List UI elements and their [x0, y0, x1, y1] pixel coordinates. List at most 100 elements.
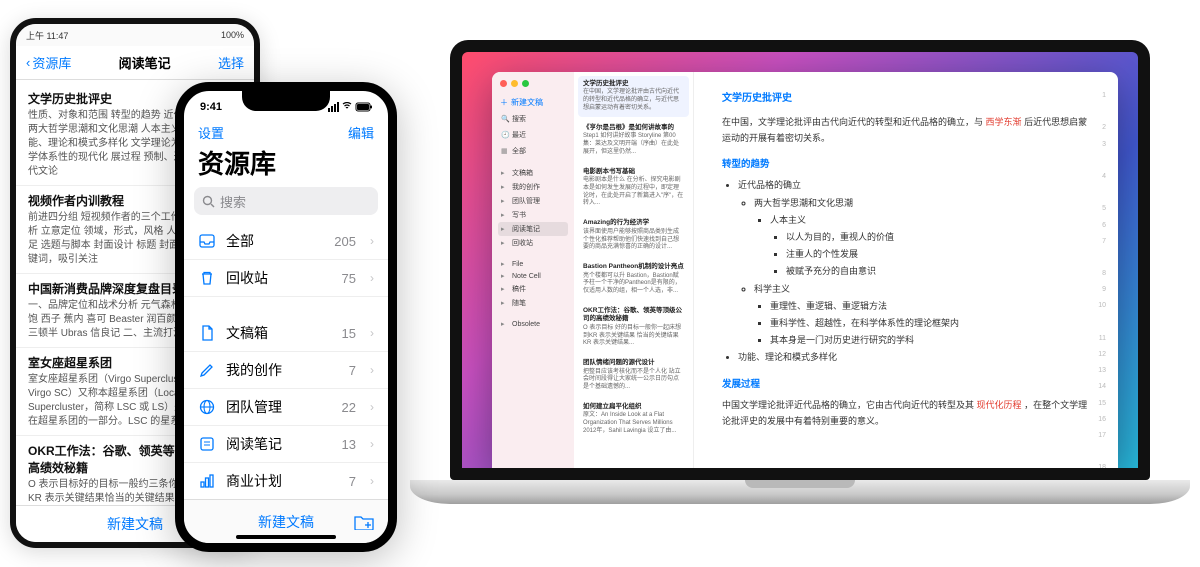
folder-row[interactable]: 全部205› [184, 223, 388, 260]
sidebar-item-label: 文稿箱 [512, 168, 533, 178]
iphone-nav: 设置 编辑 [184, 123, 388, 144]
home-indicator [236, 535, 336, 539]
text: 中国文学理论批评近代品格的确立，它由古代向近代的转型及其 [722, 400, 974, 410]
line-number: 14 [1098, 381, 1106, 397]
sidebar-item-label: File [512, 261, 523, 268]
chevron-left-icon: ‹ [26, 55, 30, 70]
sidebar-item[interactable]: ▸团队管理 [498, 194, 568, 208]
line-number: 13 [1098, 365, 1106, 381]
editor[interactable]: 123456789101112131415161718192021 文学历史批评… [694, 72, 1118, 468]
row-count: 205 [334, 234, 356, 249]
search-placeholder: 搜索 [220, 192, 246, 211]
line-number: 15 [1098, 398, 1106, 414]
page-title: 资源库 [184, 144, 388, 187]
editor-content[interactable]: 文学历史批评史 在中国，文学理论批评由古代向近代的转型和近代品格的确立，与 西学… [722, 90, 1090, 429]
row-count: 13 [342, 437, 356, 452]
sidebar-search[interactable]: 🔍 搜索 [498, 112, 568, 126]
sidebar-item[interactable]: ▸文稿箱 [498, 166, 568, 180]
line-number: 7 [1098, 236, 1106, 252]
sidebar-item-label: 全部 [512, 146, 526, 156]
line-number: 6 [1098, 220, 1106, 236]
sidebar-item[interactable]: ▸回收站 [498, 236, 568, 250]
obs-icon: ▸ [501, 320, 509, 328]
note-card[interactable]: 如何建立扁平化组织原文：An Inside Look at a Flat Org… [578, 399, 689, 440]
new-folder-icon[interactable] [354, 514, 374, 530]
note-card[interactable]: Bastion Pantheon机制的设计亮点亮个楼都可以升 Bastion，B… [578, 259, 689, 300]
card-title: 电影剧本书写基础 [583, 168, 684, 176]
folder-row[interactable]: 阅读笔记13› [184, 426, 388, 463]
row-label: 我的创作 [226, 360, 339, 380]
note-card[interactable]: Amazing的行为经济学该界面使用户能够按照商品类别生成个性化推荐帮助他们快速… [578, 215, 689, 256]
sidebar-item[interactable]: ▸随笔 [498, 296, 568, 310]
macbook-base [410, 480, 1190, 504]
line-number: 4 [1098, 171, 1106, 187]
sidebar-recent[interactable]: 🕘 最近 [498, 128, 568, 142]
sidebar-new-doc[interactable]: ＋ 新建文稿 [498, 95, 568, 110]
line-number: 3 [1098, 139, 1106, 155]
settings-button[interactable]: 设置 [198, 123, 224, 142]
sidebar-all[interactable]: ▦ 全部 [498, 144, 568, 158]
card-title: 《亨尔是吕根》是如何讲故事的 [583, 124, 684, 132]
line-number: 17 [1098, 430, 1106, 446]
status-battery: 100% [221, 30, 244, 40]
chevron-right-icon: › [370, 400, 374, 414]
editor-paragraph: 在中国，文学理论批评由古代向近代的转型和近代品格的确立，与 西学东渐 后近代思想… [722, 114, 1090, 146]
list-item: 重科学性、超越性，在科学体系性的理论框架内 [770, 315, 1090, 331]
sidebar-item-label: 最近 [512, 130, 526, 140]
folder-row[interactable]: 团队管理 22 › [184, 389, 388, 426]
traffic-lights[interactable] [498, 78, 568, 93]
pen-icon: ▸ [501, 299, 509, 307]
card-body: 亮个楼都可以升 Bastion，Bastion赋予柱一个干净的Pantheon是… [583, 273, 684, 296]
chevron-right-icon: › [370, 474, 374, 488]
mac-screen: ＋ 新建文稿 🔍 搜索 🕘 最近 ▦ 全部 ▸文稿箱▸我的创作▸团队管理▸写书▸… [450, 40, 1150, 480]
folder-row[interactable]: 文稿箱15› [184, 315, 388, 352]
line-number: 1 [1098, 90, 1106, 106]
note-card[interactable]: 《亨尔是吕根》是如何讲故事的Step1 如何讲好故事 Storyline 第00… [578, 120, 689, 161]
list-item: 注重人的个性发展 [786, 246, 1090, 262]
sidebar-item-label: 随笔 [512, 298, 526, 308]
sidebar-item[interactable]: ▸阅读笔记 [498, 222, 568, 236]
search-input[interactable]: 搜索 [194, 187, 378, 215]
folder-row[interactable]: 我的创作7› [184, 352, 388, 389]
row-label: 全部 [226, 231, 324, 251]
zoom-icon[interactable] [522, 80, 529, 87]
row-count: 75 [342, 271, 356, 286]
editor-h2: 发展过程 [722, 376, 1090, 393]
sidebar-main-group: ▸文稿箱▸我的创作▸团队管理▸写书▸阅读笔记▸回收站 [498, 166, 568, 250]
folder-row[interactable]: 商业计划7› [184, 463, 388, 500]
sidebar-item[interactable]: ▸Obsolete [498, 318, 568, 330]
chevron-right-icon: › [370, 326, 374, 340]
folder-row[interactable]: 回收站75› [184, 260, 388, 297]
row-count: 22 [342, 400, 356, 415]
select-button[interactable]: 选择 [218, 53, 244, 72]
card-title: 团队情绪问题的源代设计 [583, 359, 684, 367]
globe-icon: ▸ [501, 197, 509, 205]
row-label: 团队管理 [226, 397, 332, 417]
sidebar-item-label: 写书 [512, 210, 526, 220]
sidebar-item[interactable]: ▸Note Cell [498, 270, 568, 282]
row-label: 回收站 [226, 268, 332, 288]
note-card[interactable]: 文学历史批评史在中国，文学理论批评由古代向近代的转型和近代品格的确立，与近代思想… [578, 76, 689, 117]
close-icon[interactable] [500, 80, 507, 87]
chevron-right-icon: › [370, 363, 374, 377]
back-button[interactable]: ‹ 资源库 [26, 53, 71, 72]
link-text[interactable]: 现代化历程 [977, 400, 1022, 410]
edit-button[interactable]: 编辑 [348, 123, 374, 142]
note-card[interactable]: 电影剧本书写基础电影剧本是什么 在分析、探究电影剧本是如何发生发展的过程中，即定… [578, 164, 689, 213]
line-number [1098, 155, 1106, 171]
note-card[interactable]: 团队情绪问题的源代设计把整目应该考核化而不是个人化 站立会时间段得让大家统一公示… [578, 355, 689, 396]
notes-column: 文学历史批评史在中国，文学理论批评由古代向近代的转型和近代品格的确立，与近代思想… [574, 72, 694, 468]
sidebar-item[interactable]: ▸File [498, 258, 568, 270]
sidebar-item[interactable]: ▸稿件 [498, 282, 568, 296]
pencil-icon [198, 361, 216, 379]
status-time: 9:41 [200, 101, 222, 113]
sidebar-item[interactable]: ▸我的创作 [498, 180, 568, 194]
draft-icon: ▸ [501, 285, 509, 293]
note-card[interactable]: OKR工作法：谷歌、领英等顶级公司的高绩效秘籍O 表示目标 好的目标一般你一起床… [578, 303, 689, 352]
new-doc-button[interactable]: 新建文稿 [258, 512, 314, 532]
list-item: 以人为目的，重视人的价值 [786, 229, 1090, 245]
minimize-icon[interactable] [511, 80, 518, 87]
card-body: 原文：An Inside Look at a Flat Organization… [583, 412, 684, 435]
sidebar-item[interactable]: ▸写书 [498, 208, 568, 222]
link-text[interactable]: 西学东渐 [986, 117, 1022, 127]
